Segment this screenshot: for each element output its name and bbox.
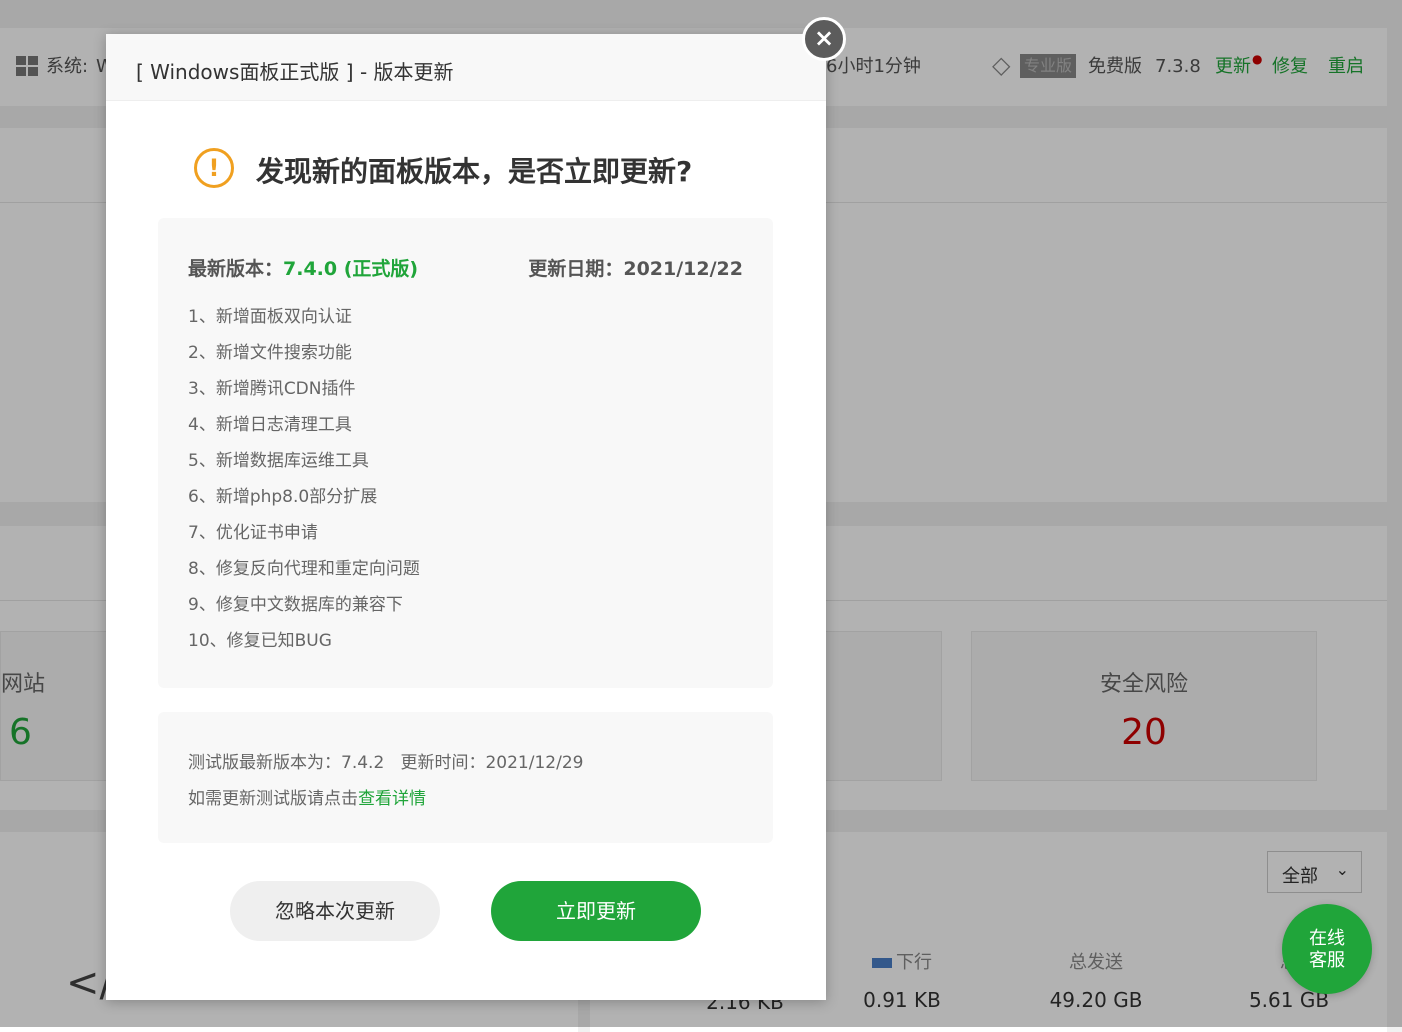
update-now-button[interactable]: 立即更新	[491, 881, 701, 941]
beta-version-line: 测试版最新版本为：7.4.2 更新时间：2021/12/29	[188, 753, 584, 773]
list-item: 10、修复已知BUG	[188, 631, 332, 651]
latest-version-value: 7.4.0 (正式版)	[283, 258, 419, 280]
close-icon: ×	[813, 24, 835, 52]
list-item: 5、新增数据库运维工具	[188, 451, 369, 471]
latest-version: 最新版本：7.4.0 (正式版)	[188, 254, 418, 281]
latest-label: 最新版本：	[188, 258, 284, 280]
beta-details-prefix: 如需更新测试版请点击	[188, 789, 358, 809]
ignore-update-button[interactable]: 忽略本次更新	[230, 881, 440, 941]
list-item: 9、修复中文数据库的兼容下	[188, 595, 403, 615]
update-date: 更新日期：2021/12/22	[528, 254, 743, 281]
beta-details-line: 如需更新测试版请点击查看详情	[188, 784, 426, 809]
exclamation-icon: !	[194, 148, 234, 188]
list-item: 1、新增面板双向认证	[188, 307, 352, 327]
chat-line2: 客服	[1309, 950, 1345, 971]
list-item: 4、新增日志清理工具	[188, 415, 352, 435]
beta-info-panel: 测试版最新版本为：7.4.2 更新时间：2021/12/29 如需更新测试版请点…	[158, 712, 773, 843]
date-label: 更新日期：	[528, 258, 624, 280]
online-support-button[interactable]: 在线 客服	[1282, 904, 1372, 994]
list-item: 7、优化证书申请	[188, 523, 318, 543]
list-item: 8、修复反向代理和重定向问题	[188, 559, 420, 579]
list-item: 6、新增php8.0部分扩展	[188, 487, 378, 507]
date-value: 2021/12/22	[623, 258, 743, 280]
list-item: 3、新增腾讯CDN插件	[188, 379, 356, 399]
modal-header: [ Windows面板正式版 ] - 版本更新	[106, 34, 826, 101]
chat-line1: 在线	[1309, 928, 1345, 949]
modal-title: [ Windows面板正式版 ] - 版本更新	[136, 60, 454, 84]
update-headline: 发现新的面板版本，是否立即更新?	[256, 155, 693, 188]
list-item: 2、新增文件搜索功能	[188, 343, 352, 363]
release-notes-panel: 最新版本：7.4.0 (正式版) 更新日期：2021/12/22 1、新增面板双…	[158, 218, 773, 688]
release-notes-list: 1、新增面板双向认证 2、新增文件搜索功能 3、新增腾讯CDN插件 4、新增日志…	[188, 304, 420, 664]
view-details-link[interactable]: 查看详情	[358, 789, 426, 809]
close-button[interactable]: ×	[802, 17, 846, 61]
update-modal: [ Windows面板正式版 ] - 版本更新 ! 发现新的面板版本，是否立即更…	[106, 34, 826, 1000]
